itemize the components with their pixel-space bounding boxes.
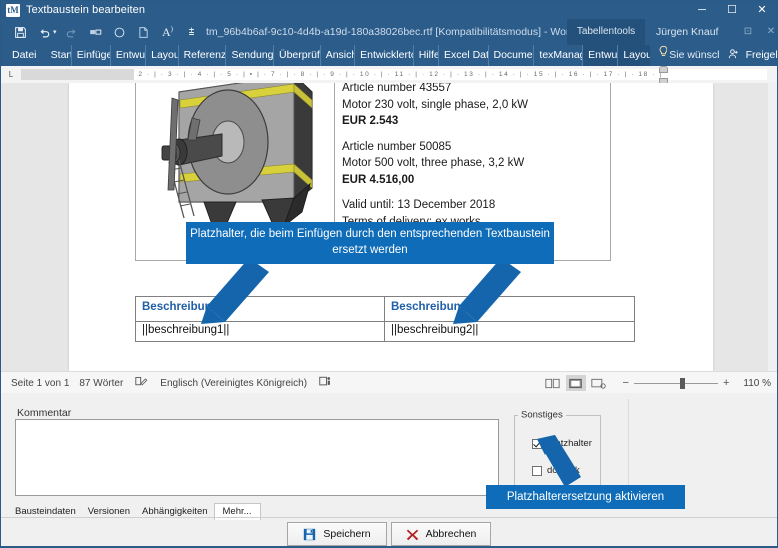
close-button[interactable]: ✕ [747, 1, 777, 19]
red-x-icon [406, 528, 419, 541]
undo-dropdown-icon[interactable]: ▾ [53, 28, 57, 36]
word-count[interactable]: 87 Wörter [79, 378, 123, 389]
tab-stop-selector[interactable]: L [1, 66, 21, 83]
tab-datei[interactable]: Datei [1, 45, 38, 66]
callout-arrow-checkbox [537, 435, 581, 487]
tab-tabellentools-layout[interactable]: Layout [618, 45, 650, 66]
tab-texmanager[interactable]: texManager [534, 45, 584, 66]
document-vertical-scrollbar[interactable] [768, 83, 777, 371]
sonstiges-group-title: Sonstiges [518, 409, 566, 421]
article-2-motor: Motor 500 volt, three phase, 3,2 kW [342, 157, 525, 169]
read-mode-icon[interactable] [543, 375, 563, 391]
customize-qat-icon[interactable]: ⩲ [181, 21, 203, 43]
minimize-button[interactable]: ─ [687, 1, 717, 19]
save-icon[interactable] [9, 21, 31, 43]
tell-me-box[interactable]: Sie wünschen [667, 45, 718, 66]
tab-sendungen[interactable]: Sendungen [226, 45, 274, 66]
circle-icon[interactable] [109, 21, 131, 43]
zoom-track[interactable] [633, 377, 718, 389]
article-2-number: Article number 50085 [342, 140, 452, 153]
floppy-disk-icon [303, 528, 316, 541]
maximize-button[interactable]: ☐ [717, 1, 747, 19]
web-layout-icon[interactable] [589, 375, 609, 391]
tab-tabellentools-entwurf[interactable]: Entwurf [583, 45, 619, 66]
accessibility-icon[interactable] [319, 376, 331, 390]
ruler[interactable]: L · 2 · | · 1 · | ▪ · | · 1 · | · 2 · | … [1, 66, 777, 85]
tab-referenzen[interactable]: Referenzen [179, 45, 227, 66]
save-button[interactable]: Speichern [287, 522, 387, 546]
tab-excel-daten[interactable]: Excel Daten [439, 45, 489, 66]
tab-entwurf[interactable]: Entwurf [111, 45, 147, 66]
word-status-bar: Seite 1 von 1 87 Wörter Englisch (Verein… [1, 371, 777, 395]
tm-app-icon: tM [6, 3, 20, 17]
textbaustein-editor-window: tM Textbaustein bearbeiten ─ ☐ ✕ ▾ A) ⩲ … [0, 0, 778, 548]
valid-until: Valid until: 13 December 2018 [342, 199, 496, 211]
article-1-number: Article number 43557 [342, 83, 452, 94]
zoom-level[interactable]: 110 % [743, 378, 771, 389]
cancel-button-label: Abbrechen [425, 528, 477, 540]
share-button[interactable]: Freigeben [723, 45, 777, 66]
tab-entwicklertools[interactable]: Entwicklertools [355, 45, 414, 66]
quick-access-row: ▾ A) ⩲ tm_96b4b6af-9c10-4d4b-a19d-180a38… [1, 19, 777, 45]
zoom-thumb[interactable] [679, 377, 685, 389]
user-account-name[interactable]: Jürgen Knauf [656, 19, 718, 45]
tab-layout[interactable]: Layout [146, 45, 179, 66]
print-layout-icon[interactable] [565, 375, 586, 391]
share-person-icon [728, 47, 739, 66]
window-title: Textbaustein bearbeiten [26, 4, 146, 16]
ruler-left-margin [21, 69, 134, 80]
undo-icon[interactable] [33, 21, 55, 43]
article-1-price: EUR 2.543 [342, 115, 399, 127]
callout-activate-note: Platzhalterersetzung aktivieren [486, 485, 685, 509]
redo-icon [61, 21, 83, 43]
tab-document[interactable]: Document- [489, 45, 535, 66]
zoom-slider[interactable]: − + [618, 377, 735, 389]
zoom-out-button[interactable]: − [623, 377, 629, 389]
article-1-motor: Motor 230 volt, single phase, 2,0 kW [342, 98, 529, 111]
zoom-in-button[interactable]: + [723, 377, 729, 389]
tab-start[interactable]: Start [46, 45, 72, 66]
callout-arrow-left [201, 258, 269, 324]
callout-arrow-right [453, 258, 521, 324]
word-close-icon[interactable]: ✕ [763, 24, 778, 39]
page-indicator[interactable]: Seite 1 von 1 [11, 378, 69, 389]
comment-input[interactable] [15, 419, 499, 496]
window-controls: ─ ☐ ✕ [687, 1, 777, 19]
tab-hilfe[interactable]: Hilfe [414, 45, 439, 66]
tab-ueberpruefen[interactable]: Überprüfen [274, 45, 321, 66]
tab-einfuegen[interactable]: Einfügen [72, 45, 111, 66]
tabstrip-divider [1, 517, 777, 518]
title-bar: tM Textbaustein bearbeiten ─ ☐ ✕ [1, 1, 777, 19]
comment-label: Kommentar [17, 407, 72, 419]
contextual-tools-label: Tabellentools [567, 19, 645, 45]
proofing-icon[interactable] [135, 376, 148, 390]
ribbon-display-options-icon[interactable]: ⊡ [740, 24, 756, 39]
save-button-label: Speichern [323, 528, 371, 540]
new-document-icon[interactable] [133, 21, 155, 43]
read-aloud-icon[interactable]: A) [157, 21, 179, 43]
first-line-indent-marker[interactable] [659, 66, 668, 73]
tab-ansicht[interactable]: Ansicht [321, 45, 356, 66]
cancel-button[interactable]: Abbrechen [391, 522, 491, 546]
window-bottom-border [1, 546, 777, 547]
language-indicator[interactable]: Englisch (Vereinigtes Königreich) [160, 378, 307, 389]
panel-divider [628, 399, 629, 497]
ribbon-tab-bar: Datei Start Einfügen Entwurf Layout Refe… [1, 45, 777, 66]
statusbar-right-controls: − + 110 % [543, 372, 771, 394]
quick-access-toolbar: ▾ A) ⩲ [9, 19, 205, 45]
callout-placeholder-note: Platzhalter, die beim Einfügen durch den… [186, 222, 554, 264]
format-painter-icon[interactable] [85, 21, 107, 43]
lightbulb-icon[interactable] [650, 45, 668, 66]
article-2-price: EUR 4.516,00 [342, 173, 415, 186]
word-document-title: tm_96b4b6af-9c10-4d4b-a19d-180a38026bec.… [206, 26, 576, 38]
metadata-panel: Kommentar [1, 393, 777, 547]
share-label: Freigeben [745, 49, 777, 61]
